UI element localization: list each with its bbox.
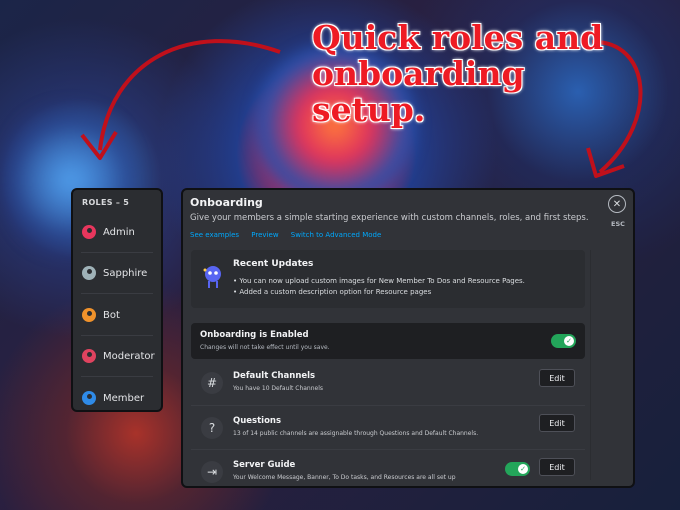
question-icon: ?: [201, 417, 223, 439]
update-line: • Added a custom description option for …: [233, 288, 432, 296]
role-label: Moderator: [103, 350, 155, 362]
check-icon: ✓: [564, 336, 574, 346]
role-shield-icon: [82, 266, 96, 280]
page-title: Onboarding: [190, 196, 263, 209]
role-item-admin[interactable]: Admin: [82, 222, 135, 242]
preview-link[interactable]: Preview: [251, 231, 278, 239]
divider: [191, 449, 585, 450]
close-button[interactable]: ✕: [608, 195, 626, 213]
check-icon: ✓: [518, 464, 528, 474]
enabled-title: Onboarding is Enabled: [200, 330, 309, 340]
page-subtitle: Give your members a simple starting expe…: [190, 213, 589, 223]
row-subtitle: Your Welcome Message, Banner, To Do task…: [233, 474, 456, 481]
close-icon: ✕: [612, 198, 622, 210]
roles-panel: ROLES – 5 Admin Sapphire Bot Moderator M…: [71, 188, 163, 412]
role-label: Admin: [103, 226, 135, 238]
edit-default-channels-button[interactable]: Edit: [539, 369, 575, 387]
onboarding-enabled-card: Onboarding is Enabled Changes will not t…: [191, 323, 585, 359]
hash-icon: #: [201, 372, 223, 394]
questions-row: ? Questions 13 of 14 public channels are…: [191, 410, 585, 450]
role-shield-icon: [82, 349, 96, 363]
headline: Quick roles and onboarding setup.: [312, 20, 612, 128]
role-item-moderator[interactable]: Moderator: [82, 346, 155, 366]
advanced-mode-link[interactable]: Switch to Advanced Mode: [291, 231, 382, 239]
role-item-sapphire[interactable]: Sapphire: [82, 263, 147, 283]
role-item-bot[interactable]: Bot: [82, 305, 120, 325]
headline-line-3: setup.: [312, 90, 426, 129]
default-channels-row: # Default Channels You have 10 Default C…: [191, 365, 585, 405]
row-title: Server Guide: [233, 460, 296, 470]
mascot-icon: [203, 266, 221, 288]
role-label: Bot: [103, 309, 120, 321]
recent-updates-title: Recent Updates: [233, 259, 314, 269]
see-examples-link[interactable]: See examples: [190, 231, 239, 239]
onboarding-toggle[interactable]: ✓: [551, 334, 576, 348]
role-label: Sapphire: [103, 267, 148, 279]
row-subtitle: You have 10 Default Channels: [233, 385, 324, 392]
enabled-subtitle: Changes will not take effect until you s…: [200, 344, 330, 351]
divider: [81, 293, 153, 294]
update-line: • You can now upload custom images for N…: [233, 277, 525, 285]
divider: [81, 376, 153, 377]
role-shield-icon: [82, 225, 96, 239]
roles-header: ROLES – 5: [82, 198, 130, 207]
server-guide-toggle[interactable]: ✓: [505, 462, 530, 476]
divider: [81, 335, 153, 336]
edit-questions-button[interactable]: Edit: [539, 414, 575, 432]
headline-line-1: Quick roles and: [312, 18, 604, 57]
role-shield-icon: [82, 391, 96, 405]
signpost-icon: ⇥: [201, 461, 223, 483]
role-label: Member: [103, 392, 145, 404]
row-subtitle: 13 of 14 public channels are assignable …: [233, 430, 479, 437]
edit-server-guide-button[interactable]: Edit: [539, 458, 575, 476]
link-bar: See examples Preview Switch to Advanced …: [190, 231, 391, 239]
divider: [191, 405, 585, 406]
onboarding-panel: Onboarding Give your members a simple st…: [181, 188, 635, 488]
role-shield-icon: [82, 308, 96, 322]
scrollbar[interactable]: [590, 250, 591, 480]
divider: [81, 252, 153, 253]
recent-updates-card: Recent Updates • You can now upload cust…: [191, 250, 585, 308]
server-guide-row: ⇥ Server Guide Your Welcome Message, Ban…: [191, 454, 585, 494]
esc-label: ESC: [611, 220, 625, 228]
role-item-member[interactable]: Member: [82, 388, 144, 408]
row-title: Default Channels: [233, 371, 316, 381]
row-title: Questions: [233, 416, 282, 426]
headline-line-2: onboarding: [312, 54, 525, 93]
